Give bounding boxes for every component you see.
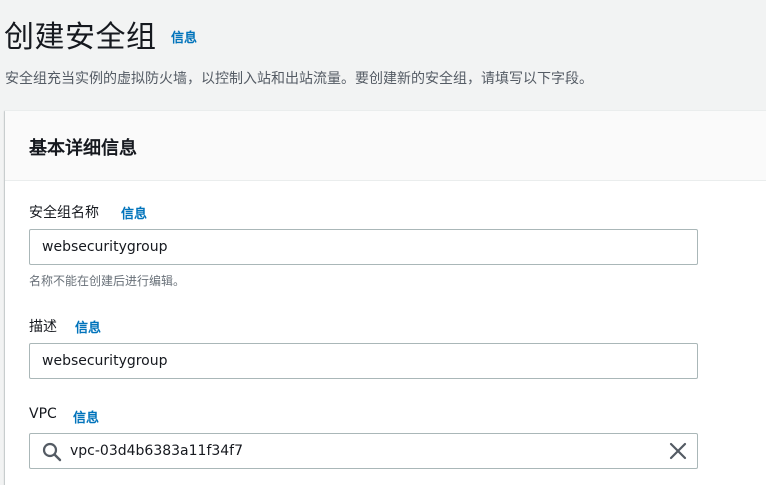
search-icon	[42, 442, 62, 462]
panel-title: 基本详细信息	[29, 138, 137, 159]
page-title: 创建安全组	[4, 20, 157, 55]
vpc-field-label: VPC	[29, 406, 57, 422]
name-info-link[interactable]: 信息	[121, 203, 147, 222]
title-info-link[interactable]: 信息	[171, 27, 197, 46]
vpc-info-link[interactable]: 信息	[73, 407, 99, 426]
description-info-link[interactable]: 信息	[75, 317, 101, 336]
basic-details-panel: 基本详细信息 安全组名称 信息 名称不能在创建后进行编辑。 描述 信息 VPC …	[5, 110, 766, 485]
security-group-name-input[interactable]	[29, 229, 698, 265]
close-icon[interactable]	[669, 442, 687, 460]
name-field-label: 安全组名称	[29, 205, 99, 221]
name-constraint-text: 名称不能在创建后进行编辑。	[29, 274, 186, 288]
panel-header: 基本详细信息	[5, 111, 766, 181]
vpc-select[interactable]	[29, 433, 698, 469]
description-field-label: 描述	[29, 319, 57, 335]
description-input[interactable]	[29, 343, 698, 379]
vpc-search-input[interactable]	[70, 434, 650, 468]
page-description: 安全组充当实例的虚拟防火墙，以控制入站和出站流量。要创建新的安全组，请填写以下字…	[5, 71, 593, 87]
